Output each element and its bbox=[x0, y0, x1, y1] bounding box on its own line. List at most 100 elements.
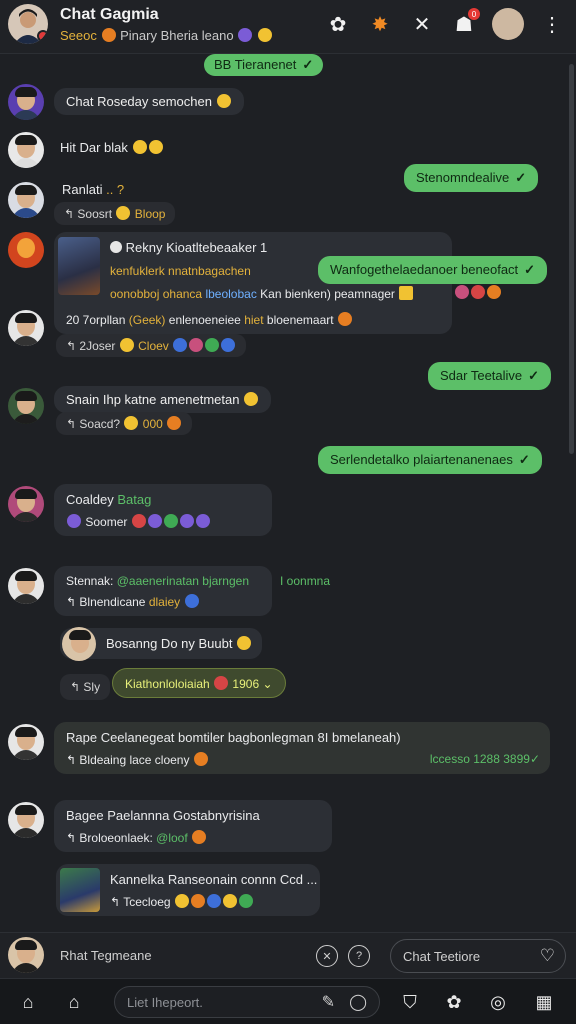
subtitle-left: Seeoc bbox=[60, 28, 97, 43]
avatar[interactable] bbox=[8, 486, 44, 522]
pill-text: Kiathonloloiaiah bbox=[125, 677, 210, 691]
home-filled-icon[interactable]: ⌂ bbox=[16, 990, 40, 1014]
shield-icon[interactable]: ⛉ bbox=[398, 990, 422, 1014]
mention-link[interactable]: @loof bbox=[156, 831, 188, 845]
message-text: Bosanng Do ny Buubt bbox=[106, 636, 233, 651]
message-meta[interactable]: ↰ Soosrt Bloop bbox=[54, 202, 176, 225]
reaction-icon bbox=[206, 894, 221, 908]
meta-text: Broloeonlaek: bbox=[79, 831, 153, 845]
card-line-3c: enlenoeneiee bbox=[168, 313, 241, 327]
home-icon[interactable]: ⌂ bbox=[62, 990, 86, 1014]
name-text: Ranlati bbox=[62, 182, 103, 197]
card-line-2a: oonobboj ohanca bbox=[110, 287, 203, 301]
sparkle-icon bbox=[167, 416, 182, 430]
message-input[interactable]: Chat Teetiore ♡ bbox=[390, 939, 566, 973]
smile-icon bbox=[237, 636, 252, 650]
emoji-icon[interactable]: ✕ bbox=[316, 945, 338, 967]
message-meta: ↰ Broloeonlaek: @loof bbox=[66, 830, 207, 845]
reaction-row[interactable] bbox=[454, 284, 502, 302]
incoming-message[interactable]: Bosanng Do ny Buubt bbox=[60, 627, 263, 661]
search-input[interactable]: Liet Ihepeort. ✎ ◯ bbox=[114, 986, 380, 1018]
reaction-icon bbox=[67, 514, 81, 528]
tools-icon[interactable]: ✕ bbox=[408, 10, 436, 38]
mention-line: Stennak: @aaenerinatan bjarngen bbox=[66, 574, 249, 588]
avatar[interactable] bbox=[8, 802, 44, 838]
search-placeholder: Liet Ihepeort. bbox=[127, 995, 203, 1010]
chat-header: Chat Gagmia Seeoc Pinary Bheria leano ✿ … bbox=[0, 0, 576, 54]
incoming-message[interactable]: Rape Ceelanegeat bomtiler bagbonlegman 8… bbox=[54, 722, 550, 774]
notification-icon[interactable]: ☗ 0 bbox=[450, 8, 480, 38]
pen-icon[interactable]: ✎ bbox=[322, 992, 335, 1012]
grid-icon[interactable]: ✿ bbox=[442, 990, 466, 1014]
incoming-message[interactable]: Chat Roseday semochen bbox=[54, 88, 244, 115]
outgoing-message[interactable]: Sdar Teetalive ✓ bbox=[428, 362, 552, 390]
incoming-message[interactable]: Coaldey Batag Soomer bbox=[54, 484, 272, 536]
chat-bubble-icon[interactable]: ◯ bbox=[349, 992, 367, 1012]
outgoing-message[interactable]: BB Tieranenet ✓ bbox=[204, 54, 324, 76]
message-thumbnail[interactable] bbox=[60, 868, 100, 912]
avatar[interactable] bbox=[8, 132, 44, 168]
angry-icon bbox=[471, 285, 485, 299]
card-line-2b: lbeolobac bbox=[205, 287, 257, 301]
mention-link[interactable]: @aaenerinatan bjarngen bbox=[117, 574, 249, 588]
message-meta[interactable]: ↰ 2Joser Cloev bbox=[56, 334, 247, 357]
outgoing-message[interactable]: Serlendetalko plaiartenanenaes ✓ bbox=[318, 446, 542, 474]
reaction-icon bbox=[189, 338, 204, 352]
card-line-3b: (Geek) bbox=[128, 313, 166, 327]
avatar[interactable] bbox=[8, 182, 44, 218]
heart-icon[interactable]: ♡ bbox=[540, 946, 555, 966]
avatar[interactable] bbox=[8, 724, 44, 760]
meta-text-gold: dlaiey bbox=[148, 595, 181, 609]
grin-icon bbox=[487, 285, 501, 299]
dots-text: .. ? bbox=[106, 182, 125, 197]
message-text: Rape Ceelanegeat bomtiler bagbonlegman 8… bbox=[66, 730, 401, 745]
check-icon: ✓ bbox=[518, 452, 530, 467]
avatar[interactable] bbox=[62, 627, 96, 661]
puzzle-icon[interactable]: ✿ bbox=[324, 10, 352, 38]
message-timestamp: lccesso 1288 3899✓ bbox=[430, 752, 540, 766]
heart-eyes-icon bbox=[455, 285, 469, 299]
incoming-message[interactable]: Kannelka Ranseonain connn Ccd ... ↰ Tcec… bbox=[56, 864, 320, 916]
more-menu-icon[interactable]: ⋮ bbox=[538, 10, 566, 38]
message-meta[interactable]: ↰ Soacd? 000 bbox=[56, 412, 193, 435]
card-thumbnail[interactable] bbox=[58, 237, 100, 295]
chat-avatar[interactable] bbox=[8, 4, 48, 44]
sparkle-icon bbox=[192, 830, 207, 844]
incoming-message[interactable]: Snain Ihp katne amenetmetan bbox=[54, 386, 272, 413]
meta-text: Tcecloeg bbox=[123, 895, 171, 909]
poll-pill[interactable]: Kiathonloloiaiah 1906 ⌄ bbox=[112, 668, 286, 698]
message-meta: Soomer bbox=[66, 514, 211, 529]
avatar[interactable] bbox=[8, 232, 44, 268]
radio-icon bbox=[110, 241, 122, 253]
user-avatar[interactable] bbox=[492, 8, 524, 40]
outgoing-message[interactable]: Wanfogethelaedanoer beneofact ✓ bbox=[318, 256, 548, 284]
reply-icon: ↰ bbox=[66, 595, 77, 609]
card-line-3a: 20 7orpllan bbox=[66, 313, 126, 327]
incoming-message[interactable]: Stennak: @aaenerinatan bjarngen ↰ Blnend… bbox=[54, 566, 272, 616]
flame-icon[interactable]: ✸ bbox=[366, 10, 394, 38]
heart-icon bbox=[238, 28, 253, 42]
sparkle-icon bbox=[337, 312, 352, 326]
avatar[interactable] bbox=[8, 310, 44, 346]
message-meta[interactable]: ↰ Sly bbox=[60, 674, 111, 700]
apps-icon[interactable]: ▦ bbox=[532, 990, 556, 1014]
my-avatar[interactable] bbox=[8, 937, 44, 973]
message-list[interactable]: BB Tieranenet ✓ Chat Roseday semochen Hit… bbox=[0, 54, 576, 932]
scrollbar[interactable] bbox=[569, 64, 574, 454]
reaction-icon bbox=[173, 338, 188, 352]
meta-text: 2Joser bbox=[79, 339, 116, 353]
avatar[interactable] bbox=[8, 388, 44, 424]
sender-name: Ranlati .. ? bbox=[62, 182, 124, 197]
info-icon[interactable]: ? bbox=[348, 945, 370, 967]
reaction-icon bbox=[205, 338, 220, 352]
online-status-dot bbox=[37, 30, 48, 42]
message-text: Stenomndealive bbox=[416, 170, 510, 185]
outgoing-message[interactable]: Stenomndealive ✓ bbox=[404, 164, 539, 192]
avatar[interactable] bbox=[8, 568, 44, 604]
check-icon: ✓ bbox=[528, 368, 540, 383]
avatar[interactable] bbox=[8, 84, 44, 120]
incoming-message[interactable]: Bagee Paelannna Gostabnyrisina ↰ Broloeo… bbox=[54, 800, 332, 852]
incoming-message[interactable]: Hit Dar blak bbox=[60, 140, 164, 155]
reaction-icon bbox=[222, 894, 237, 908]
compass-icon[interactable]: ◎ bbox=[486, 990, 510, 1014]
